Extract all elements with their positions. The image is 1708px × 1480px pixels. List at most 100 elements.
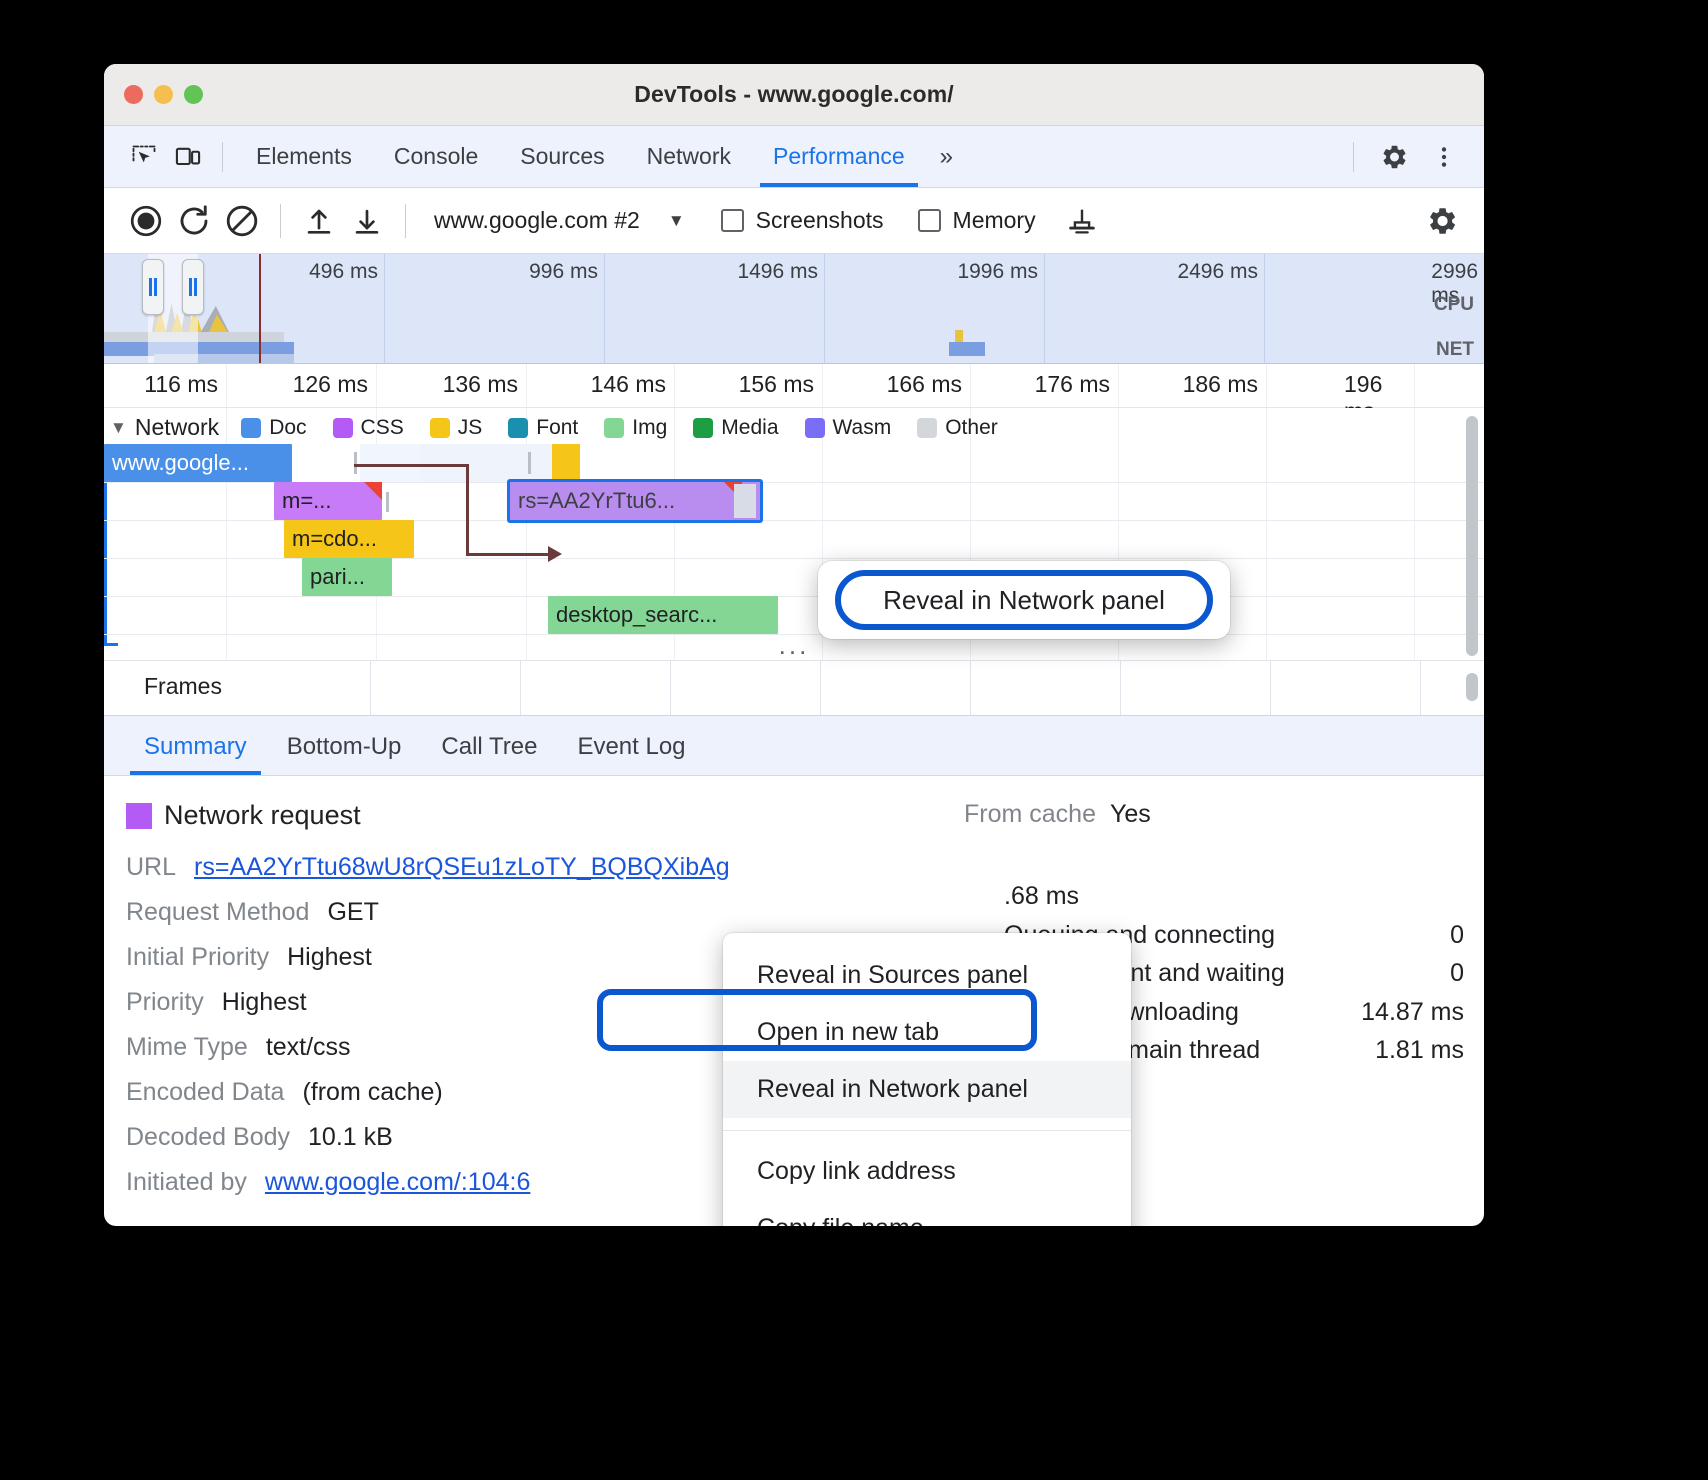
legend-item-doc: Doc xyxy=(241,416,306,440)
ruler-tick: 186 ms xyxy=(1183,371,1266,398)
field-value: (from cache) xyxy=(302,1078,442,1107)
frames-track[interactable]: Frames xyxy=(104,660,1484,716)
tab-elements[interactable]: Elements xyxy=(235,126,373,187)
frames-track-label: Frames xyxy=(144,673,222,700)
performance-toolbar: www.google.com #2 ▼ Screenshots Memory xyxy=(104,188,1484,254)
network-track-header[interactable]: ▼ Network Doc CSS JS Font Img Media Wasm… xyxy=(110,414,1024,441)
screenshots-checkbox[interactable] xyxy=(721,209,744,232)
network-request-bar[interactable]: m=cdo... xyxy=(284,520,414,558)
field-key: Encoded Data xyxy=(126,1078,284,1107)
menu-item-reveal-in-network[interactable]: Reveal in Network panel xyxy=(723,1061,1131,1118)
network-request-bar[interactable]: desktop_searc... xyxy=(548,596,778,634)
field-value: GET xyxy=(327,898,378,927)
triangle-down-icon[interactable]: ▼ xyxy=(110,418,127,438)
collect-garbage-icon[interactable] xyxy=(1058,197,1106,245)
overview-playhead xyxy=(259,254,261,363)
tab-bar-actions xyxy=(1341,135,1484,179)
devtools-tab-bar: Elements Console Sources Network Perform… xyxy=(104,126,1484,188)
overview-right-handle[interactable] xyxy=(182,259,204,315)
tab-console[interactable]: Console xyxy=(373,126,499,187)
clear-icon[interactable] xyxy=(218,197,266,245)
field-value-url[interactable]: rs=AA2YrTtu68wU8rQSEu1zLoTY_BQBQXibAg xyxy=(194,853,730,882)
summary-row-url: URL rs=AA2YrTtu68wU8rQSEu1zLoTY_BQBQXibA… xyxy=(126,853,1484,882)
download-profile-icon[interactable] xyxy=(343,197,391,245)
field-key: Decoded Body xyxy=(126,1123,290,1152)
menu-item-copy-link-address[interactable]: Copy link address xyxy=(723,1143,1131,1200)
event-color-swatch xyxy=(126,803,152,829)
legend-item-other: Other xyxy=(917,416,998,440)
context-menu[interactable]: Reveal in Sources panel Open in new tab … xyxy=(723,933,1131,1226)
record-icon[interactable] xyxy=(122,197,170,245)
tab-event-log[interactable]: Event Log xyxy=(557,733,705,775)
more-rows-indicator[interactable]: ... xyxy=(104,630,1484,660)
timing-total: .68 ms xyxy=(1004,880,1464,913)
timeline-ruler: 116 ms 126 ms 136 ms 146 ms 156 ms 166 m… xyxy=(104,364,1484,408)
field-key: Initiated by xyxy=(126,1168,247,1197)
device-toolbar-icon[interactable] xyxy=(166,135,210,179)
kebab-menu-icon[interactable] xyxy=(1422,135,1466,179)
memory-checkbox[interactable] xyxy=(918,209,941,232)
overview-left-handle[interactable] xyxy=(142,259,164,315)
legend-item-css: CSS xyxy=(333,416,404,440)
upload-profile-icon[interactable] xyxy=(295,197,343,245)
reload-and-record-icon[interactable] xyxy=(170,197,218,245)
chevron-down-icon[interactable]: ▼ xyxy=(668,211,685,231)
tab-summary[interactable]: Summary xyxy=(124,733,267,775)
menu-item-open-in-new-tab[interactable]: Open in new tab xyxy=(723,1004,1131,1061)
network-request-bar-js[interactable] xyxy=(552,444,580,482)
tab-network[interactable]: Network xyxy=(626,126,752,187)
overview-tick: 1996 ms xyxy=(957,260,1044,284)
tab-bottom-up[interactable]: Bottom-Up xyxy=(267,733,422,775)
memory-label[interactable]: Memory xyxy=(953,207,1036,234)
ruler-tick: 146 ms xyxy=(591,371,674,398)
field-key: Mime Type xyxy=(126,1033,248,1062)
capture-settings-gear-icon[interactable] xyxy=(1418,197,1466,245)
overview-tick: 996 ms xyxy=(529,260,604,284)
toolbar-divider-right xyxy=(1353,142,1354,172)
ruler-tick: 156 ms xyxy=(739,371,822,398)
flame-chart-scrollbar[interactable] xyxy=(1466,416,1478,656)
more-tabs-icon[interactable]: » xyxy=(926,143,967,171)
field-value: Highest xyxy=(222,988,307,1017)
detail-tab-bar: Summary Bottom-Up Call Tree Event Log xyxy=(104,716,1484,776)
field-key: From cache xyxy=(964,800,1096,829)
menu-item-reveal-in-sources[interactable]: Reveal in Sources panel xyxy=(723,947,1131,1004)
legend-item-font: Font xyxy=(508,416,578,440)
network-flame-chart[interactable]: ▼ Network Doc CSS JS Font Img Media Wasm… xyxy=(104,408,1484,660)
network-legend: Doc CSS JS Font Img Media Wasm Other xyxy=(241,416,1024,440)
network-request-bar[interactable]: www.google... xyxy=(104,444,292,482)
ruler-tick: 126 ms xyxy=(293,371,376,398)
net-track-label: NET xyxy=(1436,339,1474,361)
tab-performance[interactable]: Performance xyxy=(752,126,926,187)
legend-label: Img xyxy=(632,416,667,440)
legend-item-img: Img xyxy=(604,416,667,440)
overview-tick: 496 ms xyxy=(309,260,384,284)
network-request-bar[interactable]: pari... xyxy=(302,558,392,596)
panel-tabs: Elements Console Sources Network Perform… xyxy=(235,126,967,187)
timing-value: 14.87 ms xyxy=(1361,996,1464,1029)
cpu-track-label: CPU xyxy=(1434,294,1474,316)
tab-call-tree[interactable]: Call Tree xyxy=(421,733,557,775)
timing-value: 1.81 ms xyxy=(1375,1034,1464,1067)
field-value-initiator[interactable]: www.google.com/:104:6 xyxy=(265,1168,530,1197)
frames-scrollbar[interactable] xyxy=(1466,673,1478,701)
recording-selector-value[interactable]: www.google.com #2 xyxy=(434,207,640,234)
screenshots-label[interactable]: Screenshots xyxy=(756,207,884,234)
title-bar: DevTools - www.google.com/ xyxy=(104,64,1484,126)
legend-item-wasm: Wasm xyxy=(805,416,892,440)
ruler-tick: 116 ms xyxy=(144,371,226,398)
menu-item-copy-file-name[interactable]: Copy file name xyxy=(723,1200,1131,1226)
selected-request-outline xyxy=(507,479,763,523)
gear-icon[interactable] xyxy=(1372,135,1416,179)
tab-sources[interactable]: Sources xyxy=(499,126,625,187)
field-key: Initial Priority xyxy=(126,943,269,972)
reveal-tooltip-text: Reveal in Network panel xyxy=(835,570,1213,630)
legend-label: JS xyxy=(458,416,483,440)
capture-options: Screenshots Memory xyxy=(721,207,1036,234)
reveal-tooltip-bubble: Reveal in Network panel xyxy=(818,561,1230,639)
inspect-icon[interactable] xyxy=(122,135,166,179)
legend-item-js: JS xyxy=(430,416,483,440)
legend-label: Other xyxy=(945,416,998,440)
timeline-overview[interactable]: 496 ms 996 ms 1496 ms 1996 ms 2496 ms 29… xyxy=(104,254,1484,364)
legend-item-media: Media xyxy=(693,416,778,440)
